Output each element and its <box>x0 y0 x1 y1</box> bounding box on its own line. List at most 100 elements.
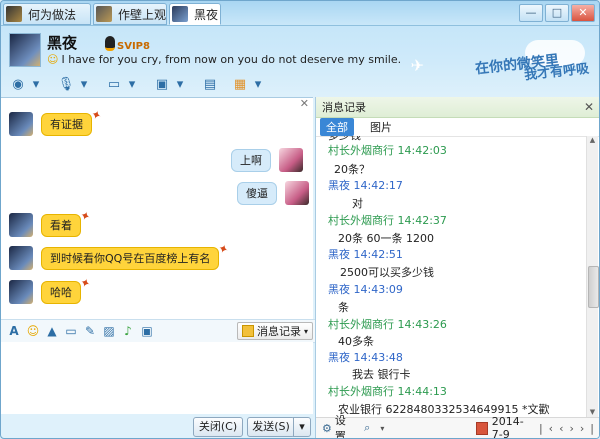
message-bubble: 有证据 ✦ <box>41 106 103 136</box>
avatar[interactable] <box>285 181 309 205</box>
chevron-down-icon[interactable]: ▾ <box>171 75 189 93</box>
history-list[interactable]: 多少钱 村长外烟商行 14:42:03 20条？ 黑夜 14:42:17 对 村… <box>316 136 586 418</box>
history-panel-header: 消息记录 <box>316 97 599 118</box>
send-image-icon[interactable]: ▣ <box>140 324 154 338</box>
contact-avatar[interactable] <box>9 33 41 67</box>
history-scrollbar[interactable]: ▲ ▼ <box>586 136 599 418</box>
history-footer: ⚙ 设置 ⌕ ▾ 2014-7-9 |‹‹››| <box>316 414 599 438</box>
emoji-icon[interactable]: ☺ <box>26 324 40 338</box>
tab-label: 作壁上观 <box>118 7 167 22</box>
history-tabs: 全部 图片 <box>316 118 599 137</box>
tab-conversation-2[interactable]: 作壁上观 <box>93 3 167 25</box>
tab-label: 何为做法 <box>28 7 77 22</box>
contact-thumbnail <box>96 6 112 22</box>
vip-badge-label: SVIP8 <box>117 41 150 52</box>
calendar-icon[interactable] <box>476 421 488 435</box>
chevron-down-icon[interactable]: ▾ <box>123 75 141 93</box>
minimize-button[interactable]: — <box>519 4 543 22</box>
vip-badge[interactable]: SVIP8 <box>105 36 150 52</box>
chevron-down-icon[interactable]: ▾ <box>27 75 45 93</box>
tab-label: 黑夜 <box>194 7 219 22</box>
message-text: 有证据 <box>50 117 83 131</box>
prev-page-icon[interactable]: ‹ <box>559 422 569 435</box>
message-history-button[interactable]: 消息记录 ▾ <box>236 322 313 340</box>
message-item: 傻逼 <box>237 181 309 205</box>
chevron-down-icon[interactable]: ▾ <box>75 75 93 93</box>
voice-message-icon[interactable]: ✎ <box>83 324 97 338</box>
close-icon[interactable]: ✕ <box>584 100 594 114</box>
search-icon[interactable]: ⌕ <box>364 421 370 435</box>
crab-decoration-icon: ✦ <box>78 274 93 291</box>
scroll-thumb[interactable] <box>588 266 599 308</box>
history-entry-text: 2500可以买多少钱 <box>340 266 434 279</box>
voice-call-icon[interactable]: 🎙 <box>57 75 75 93</box>
message-text: 傻逼 <box>246 186 268 200</box>
avatar[interactable] <box>9 280 33 304</box>
avatar[interactable] <box>9 112 33 136</box>
message-item: 哈哈 ✦ <box>9 274 92 304</box>
screen-share-icon[interactable]: ▤ <box>201 75 219 93</box>
last-page-icon[interactable]: ›| <box>580 422 599 435</box>
scroll-up-icon[interactable]: ▲ <box>587 136 598 146</box>
window-shake-icon[interactable]: ▭ <box>64 324 78 338</box>
history-entry-sender: 黑夜 14:42:51 <box>328 248 403 261</box>
settings-link[interactable]: 设置 <box>335 412 352 438</box>
message-bubble: 看着 ✦ <box>41 207 92 237</box>
chat-messages-area[interactable]: ✕ 有证据 ✦ 上啊 傻逼 看着 ✦ 到时候看你QQ号在百度榜上有名 ✦ 哈哈 ✦ <box>1 97 313 320</box>
avatar[interactable] <box>9 213 33 237</box>
history-entry-sender: 黑夜 14:42:17 <box>328 179 403 192</box>
contact-header: 黑夜 SVIP8 ☺ I have for you cry, from now o… <box>1 26 599 77</box>
history-panel-title: 消息记录 <box>322 101 366 114</box>
remote-desktop-icon[interactable]: ▣ <box>153 75 171 93</box>
tab-images[interactable]: 图片 <box>364 118 398 136</box>
gear-icon[interactable]: ⚙ <box>322 422 332 435</box>
music-icon[interactable]: ♪ <box>121 324 135 338</box>
contact-nickname[interactable]: 黑夜 <box>47 32 77 53</box>
maximize-button[interactable]: □ <box>545 4 569 22</box>
history-entry-sender: 村长外烟商行 14:44:13 <box>328 385 447 398</box>
signature-text: I have for you cry, from now on you do n… <box>61 53 402 66</box>
message-text: 哈哈 <box>50 285 72 299</box>
chevron-down-icon[interactable]: ▾ <box>380 424 384 433</box>
history-entry-text: 40多条 <box>338 335 374 348</box>
history-entry-sender: 黑夜 14:43:48 <box>328 351 403 364</box>
magic-icon[interactable]: ▲ <box>45 324 59 338</box>
message-item: 上啊 <box>231 148 303 172</box>
message-item: 到时候看你QQ号在百度榜上有名 ✦ <box>9 240 231 270</box>
font-icon[interactable]: A <box>7 324 21 338</box>
chat-window: 何为做法 作壁上观 黑夜 — □ ✕ 黑夜 SVIP8 ☺ I have for … <box>0 0 600 439</box>
history-entry-sender: 村长外烟商行 14:43:26 <box>328 318 447 331</box>
close-icon[interactable]: ✕ <box>300 98 309 110</box>
call-toolbar: ◉ ▾ 🎙 ▾ ▭ ▾ ▣ ▾ ▤ ▦ ▾ <box>1 71 599 97</box>
message-input[interactable] <box>1 342 313 414</box>
next-page-icon[interactable]: › <box>569 422 579 435</box>
message-history-panel: 消息记录 ✕ 全部 图片 多少钱 村长外烟商行 14:42:03 20条？ 黑夜… <box>315 97 599 438</box>
avatar[interactable] <box>279 148 303 172</box>
history-entry-sender: 村长外烟商行 14:42:03 <box>328 144 447 157</box>
history-date[interactable]: 2014-7-9 <box>492 415 531 438</box>
history-entry-sender: 村长外烟商行 14:42:37 <box>328 214 447 227</box>
video-call-icon[interactable]: ◉ <box>9 75 27 93</box>
tab-conversation-1[interactable]: 何为做法 <box>3 3 91 25</box>
send-button[interactable]: 发送(S) <box>247 417 295 437</box>
chevron-down-icon[interactable]: ▾ <box>249 75 267 93</box>
avatar[interactable] <box>9 246 33 270</box>
input-toolbar: A ☺ ▲ ▭ ✎ ▨ ♪ ▣ 消息记录 ▾ <box>1 319 319 343</box>
message-item: 有证据 ✦ <box>9 106 103 136</box>
tab-conversation-3[interactable]: 黑夜 <box>169 3 221 25</box>
history-entry-text: 20条 60一条 1200 <box>338 232 434 245</box>
close-button[interactable]: 关闭(C) <box>193 417 243 437</box>
apps-icon[interactable]: ▦ <box>231 75 249 93</box>
message-text: 上啊 <box>240 153 262 167</box>
screenshot-icon[interactable]: ▨ <box>102 324 116 338</box>
crab-decoration-icon: ✦ <box>89 106 104 123</box>
history-entry-text: 对 <box>352 197 363 210</box>
send-file-icon[interactable]: ▭ <box>105 75 123 93</box>
first-page-icon[interactable]: |‹ <box>539 422 559 435</box>
tab-all[interactable]: 全部 <box>320 118 354 136</box>
message-text: 看着 <box>50 218 72 232</box>
close-window-button[interactable]: ✕ <box>571 4 595 22</box>
history-entry-text: 条 <box>338 301 349 314</box>
send-options-dropdown[interactable]: ▾ <box>293 417 311 437</box>
history-entry-text: 20条？ <box>334 163 370 176</box>
